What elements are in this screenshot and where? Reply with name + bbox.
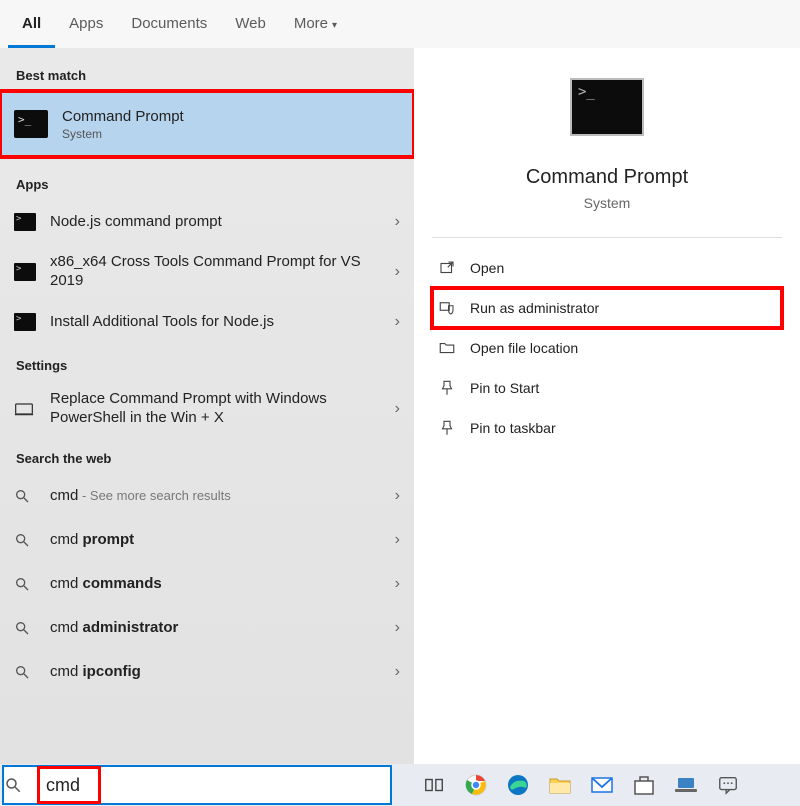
search-icon bbox=[14, 576, 36, 592]
web-result-cmd-administrator[interactable]: cmd administrator › bbox=[0, 606, 414, 650]
web-result-cmd-ipconfig[interactable]: cmd ipconfig › bbox=[0, 650, 414, 694]
action-pin-to-taskbar[interactable]: Pin to taskbar bbox=[432, 408, 782, 448]
action-label: Open bbox=[470, 260, 504, 276]
result-label: cmd ipconfig bbox=[50, 663, 381, 682]
store-icon[interactable] bbox=[630, 771, 658, 799]
section-search-web: Search the web bbox=[0, 437, 414, 474]
preview-header: Command Prompt System bbox=[432, 72, 782, 248]
best-match-title: Command Prompt bbox=[62, 108, 184, 125]
chevron-right-icon[interactable]: › bbox=[395, 313, 400, 331]
mail-icon[interactable] bbox=[588, 771, 616, 799]
result-label: cmd prompt bbox=[50, 531, 381, 550]
chat-icon[interactable] bbox=[714, 771, 742, 799]
action-label: Open file location bbox=[470, 340, 578, 356]
tab-all[interactable]: All bbox=[8, 0, 55, 48]
command-prompt-icon bbox=[570, 78, 644, 136]
web-result-cmd[interactable]: cmd - See more search results › bbox=[0, 474, 414, 518]
preview-title: Command Prompt bbox=[526, 166, 688, 189]
preview-subtitle: System bbox=[584, 195, 631, 211]
chevron-right-icon[interactable]: › bbox=[395, 263, 400, 281]
result-label: cmd - See more search results bbox=[50, 487, 381, 506]
tab-more[interactable]: More▾ bbox=[280, 0, 351, 48]
result-label: Install Additional Tools for Node.js bbox=[50, 313, 381, 332]
search-icon bbox=[4, 776, 42, 794]
result-vs-cross-tools[interactable]: x86_x64 Cross Tools Command Prompt for V… bbox=[0, 244, 414, 300]
results-column: Best match Command Prompt System Apps No… bbox=[0, 48, 414, 764]
folder-icon bbox=[438, 339, 456, 357]
action-pin-to-start[interactable]: Pin to Start bbox=[432, 368, 782, 408]
action-label: Run as administrator bbox=[470, 300, 599, 316]
action-label: Pin to Start bbox=[470, 380, 539, 396]
settings-icon bbox=[14, 401, 36, 417]
chevron-right-icon[interactable]: › bbox=[395, 575, 400, 593]
search-icon bbox=[14, 664, 36, 680]
result-label: Replace Command Prompt with Windows Powe… bbox=[50, 390, 381, 428]
chevron-right-icon[interactable]: › bbox=[395, 400, 400, 418]
tab-apps[interactable]: Apps bbox=[55, 0, 117, 48]
web-result-cmd-prompt[interactable]: cmd prompt › bbox=[0, 518, 414, 562]
result-nodejs-prompt[interactable]: Node.js command prompt › bbox=[0, 200, 414, 244]
open-icon bbox=[438, 259, 456, 277]
file-explorer-icon[interactable] bbox=[546, 771, 574, 799]
action-open-file-location[interactable]: Open file location bbox=[432, 328, 782, 368]
preview-actions: Open Run as administrator Open file loca… bbox=[432, 248, 782, 448]
best-match-result[interactable]: Command Prompt System bbox=[0, 91, 414, 157]
result-replace-cmd-ps[interactable]: Replace Command Prompt with Windows Powe… bbox=[0, 381, 414, 437]
result-label: Node.js command prompt bbox=[50, 213, 381, 232]
search-filter-tabs: All Apps Documents Web More▾ bbox=[0, 0, 800, 48]
tab-documents[interactable]: Documents bbox=[117, 0, 221, 48]
taskbar-icons bbox=[420, 771, 742, 799]
command-prompt-icon bbox=[14, 110, 48, 138]
search-input[interactable] bbox=[44, 769, 94, 801]
result-label: cmd commands bbox=[50, 575, 381, 594]
command-prompt-icon bbox=[14, 263, 36, 281]
best-match-subtitle: System bbox=[62, 127, 184, 141]
chrome-icon[interactable] bbox=[462, 771, 490, 799]
action-run-as-administrator[interactable]: Run as administrator bbox=[432, 288, 782, 328]
chevron-right-icon[interactable]: › bbox=[395, 663, 400, 681]
section-best-match: Best match bbox=[0, 54, 414, 91]
search-icon bbox=[14, 488, 36, 504]
taskbar bbox=[0, 764, 800, 806]
action-open[interactable]: Open bbox=[432, 248, 782, 288]
section-settings: Settings bbox=[0, 344, 414, 381]
result-label: cmd administrator bbox=[50, 619, 381, 638]
action-label: Pin to taskbar bbox=[470, 420, 556, 436]
chevron-right-icon[interactable]: › bbox=[395, 487, 400, 505]
chevron-right-icon[interactable]: › bbox=[395, 619, 400, 637]
preview-pane: Command Prompt System Open Run as admini… bbox=[414, 48, 800, 764]
divider bbox=[432, 237, 782, 238]
shield-icon bbox=[438, 299, 456, 317]
search-icon bbox=[14, 532, 36, 548]
chevron-right-icon[interactable]: › bbox=[395, 531, 400, 549]
edge-icon[interactable] bbox=[504, 771, 532, 799]
pin-icon bbox=[438, 419, 456, 437]
chevron-right-icon[interactable]: › bbox=[395, 213, 400, 231]
search-input-highlight bbox=[40, 769, 98, 801]
taskbar-search[interactable] bbox=[2, 765, 392, 805]
task-view-icon[interactable] bbox=[420, 771, 448, 799]
best-match-text: Command Prompt System bbox=[62, 108, 184, 141]
result-label: x86_x64 Cross Tools Command Prompt for V… bbox=[50, 253, 381, 291]
laptop-icon[interactable] bbox=[672, 771, 700, 799]
section-apps: Apps bbox=[0, 163, 414, 200]
command-prompt-icon bbox=[14, 313, 36, 331]
web-result-cmd-commands[interactable]: cmd commands › bbox=[0, 562, 414, 606]
chevron-down-icon: ▾ bbox=[332, 20, 337, 31]
result-install-node-tools[interactable]: Install Additional Tools for Node.js › bbox=[0, 300, 414, 344]
results-split: Best match Command Prompt System Apps No… bbox=[0, 48, 800, 764]
pin-icon bbox=[438, 379, 456, 397]
search-icon bbox=[14, 620, 36, 636]
tab-web[interactable]: Web bbox=[221, 0, 280, 48]
command-prompt-icon bbox=[14, 213, 36, 231]
